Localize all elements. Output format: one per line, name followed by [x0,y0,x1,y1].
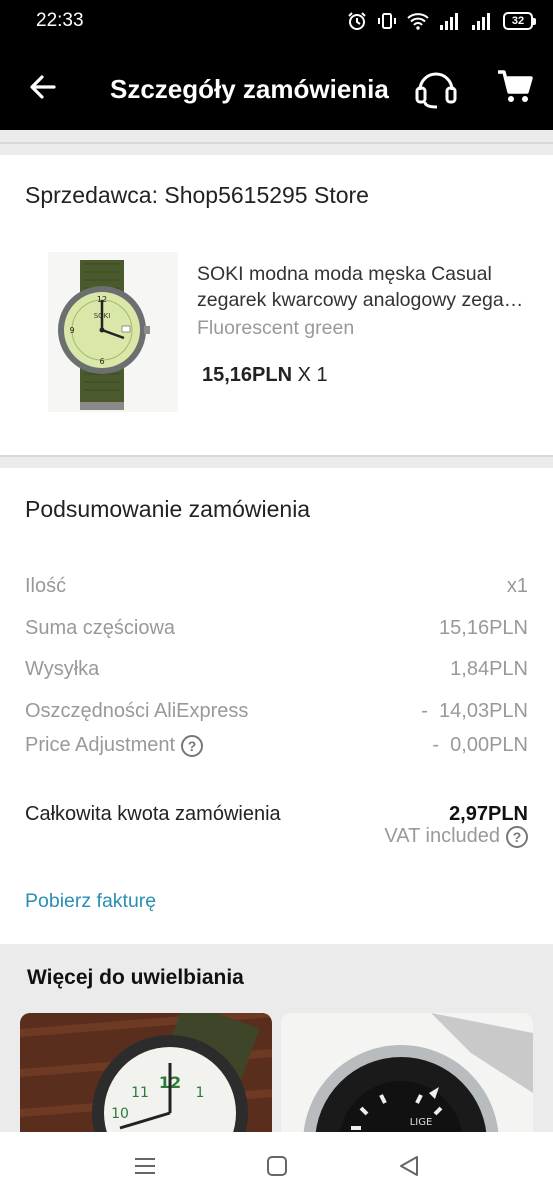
recommendations-section: Więcej do uwielbiania 12 10 11 1 LIGE [0,944,553,1143]
svg-text:1: 1 [196,1085,205,1101]
summary-row-price-adjustment: Price Adjustment ? - 0,00PLN [25,734,528,757]
summary-row-savings: Oszczędności AliExpress - 14,03PLN [25,700,528,723]
product-price-row: 15,16PLN X 1 [202,364,328,387]
headset-icon[interactable] [412,66,460,110]
download-invoice-link[interactable]: Pobierz fakturę [25,890,156,913]
summary-title: Podsumowanie zamówienia [25,496,311,522]
wifi-icon [407,13,429,30]
summary-row-label: Price Adjustment [25,734,176,756]
back-arrow-icon[interactable] [24,68,62,106]
summary-row-value: - 0,00PLN [432,734,528,756]
svg-text:10: 10 [111,1106,129,1122]
recent-apps-icon[interactable] [131,1154,159,1178]
signal-icon [440,13,458,30]
summary-row-label: Suma częściowa [25,617,176,639]
back-icon[interactable] [395,1154,423,1178]
svg-text:9: 9 [69,326,74,335]
summary-row-quantity: Ilość x1 [25,575,528,598]
home-icon[interactable] [263,1154,291,1178]
rec-watch-brand: LIGE [410,1117,433,1128]
system-nav-bar [0,1132,553,1200]
summary-row-label: Oszczędności AliExpress [25,700,249,722]
total-label: Całkowita kwota zamówienia [25,803,281,825]
signal-icon-2 [472,13,490,30]
product-title[interactable]: SOKI modna moda męska Casual zegarek kwa… [197,261,527,313]
status-time: 22:33 [36,10,84,31]
app-bar: Szczegóły zamówienia [0,44,553,130]
divider [0,455,553,457]
battery-level: 32 [511,15,525,27]
svg-text:6: 6 [99,357,104,366]
product-image[interactable]: SOKI 12 9 6 [48,252,178,412]
summary-row-value: x1 [506,575,528,597]
product-quantity: X 1 [297,364,328,386]
summary-row-subtotal: Suma częściowa 15,16PLN [25,617,528,640]
recommended-product-image[interactable]: LIGE [281,1013,533,1143]
page-title: Szczegóły zamówienia [110,74,389,104]
svg-text:12: 12 [97,295,107,304]
vat-note: VAT included ? [384,825,528,848]
status-bar: 22:33 32 [0,0,553,44]
product-variant: Fluorescent green [197,317,355,339]
product-title-line2: zegarek kwarcowy analogowy zegarek [197,289,527,311]
alarm-icon [348,12,366,30]
recommended-product-image[interactable]: 12 10 11 1 [20,1013,272,1143]
help-icon[interactable]: ? [506,825,528,848]
vat-label: VAT included [384,825,500,847]
product-price: 15,16PLN [202,364,293,386]
vibrate-icon [378,13,396,29]
help-icon[interactable]: ? [181,734,204,757]
summary-row-label: Wysyłka [25,658,100,680]
battery-icon: 32 [503,12,536,30]
summary-row-label: Ilość [25,575,67,597]
svg-text:11: 11 [131,1085,149,1101]
cart-icon[interactable] [496,68,534,106]
summary-row-label-wrap: Price Adjustment ? [25,734,204,757]
summary-row-value: 1,84PLN [450,658,528,680]
summary-row-value: - 14,03PLN [421,700,528,722]
seller-name[interactable]: Sprzedawca: Shop5615295 Store [25,182,369,209]
total-value: 2,97PLN [449,803,528,825]
summary-row-value: 15,16PLN [439,617,528,639]
recommendations-title: Więcej do uwielbiania [27,966,244,989]
product-title-line1: SOKI modna moda męska Casual [197,263,492,285]
status-icons: 32 [347,11,536,31]
summary-row-shipping: Wysyłka 1,84PLN [25,658,528,681]
divider [0,142,553,144]
